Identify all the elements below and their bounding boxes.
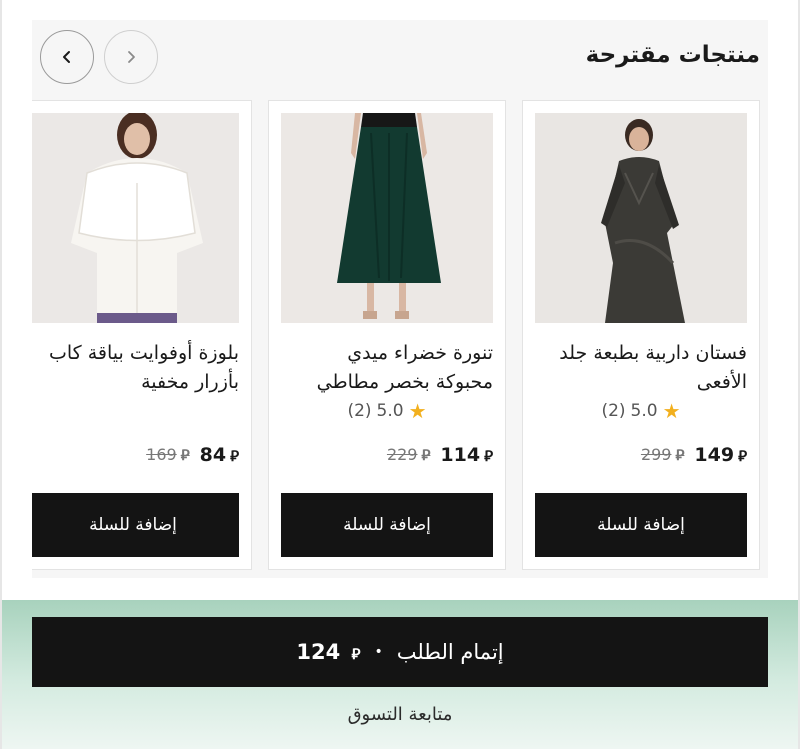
rating-value: 5.0 xyxy=(376,401,404,421)
product-name-line1: بلوزة أوفوايت بياقة كاب xyxy=(48,342,239,364)
riyal-icon: ⃁ xyxy=(738,447,747,465)
product-name-line2: محبوكة بخصر مطاطي xyxy=(316,371,493,393)
product-name[interactable]: تنورة خضراء ميدي محبوكة بخصر مطاطي xyxy=(279,339,493,397)
old-price: 299 ⃁ xyxy=(640,445,685,464)
carousel-next-button[interactable] xyxy=(40,30,94,84)
chevron-left-icon xyxy=(63,51,70,63)
price-row: 149 ⃁ 299 ⃁ xyxy=(641,444,747,466)
product-card[interactable]: تنورة خضراء ميدي محبوكة بخصر مطاطي (2) 5… xyxy=(268,100,506,570)
product-card[interactable]: فستان داربية بطبعة جلد الأفعى (2) 5.0 ★ … xyxy=(522,100,760,570)
riyal-icon: ⃁ xyxy=(421,446,431,464)
product-name-line2: الأفعى xyxy=(696,371,747,393)
current-price: 114 ⃁ xyxy=(440,444,493,466)
review-count: (2) xyxy=(601,401,626,421)
section-title: منتجات مقترحة xyxy=(585,42,760,68)
star-icon: ★ xyxy=(408,399,427,423)
product-card[interactable]: بلوزة أوفوايت بياقة كاب بأزرار مخفية 84 ⃁… xyxy=(32,100,252,570)
riyal-icon: ⃁ xyxy=(484,447,493,465)
product-name[interactable]: بلوزة أوفوايت بياقة كاب بأزرار مخفية xyxy=(32,339,239,397)
product-name-line1: فستان داربية بطبعة جلد xyxy=(559,342,747,364)
old-price: 229 ⃁ xyxy=(386,445,431,464)
price-row: 114 ⃁ 229 ⃁ xyxy=(387,444,493,466)
checkout-button[interactable]: إتمام الطلب • 124 ⃁ xyxy=(32,617,768,687)
checkout-footer: إتمام الطلب • 124 ⃁ متابعة التسوق xyxy=(2,600,798,749)
review-count: (2) xyxy=(347,401,372,421)
old-price: 169 ⃁ xyxy=(146,445,190,464)
riyal-icon: ⃁ xyxy=(230,447,239,465)
separator: • xyxy=(374,644,383,660)
rating-value: 5.0 xyxy=(630,401,658,421)
add-to-cart-button[interactable]: إضافة للسلة xyxy=(32,493,239,557)
current-price: 149 ⃁ xyxy=(694,444,747,466)
product-rating: (2) 5.0 ★ xyxy=(523,399,759,423)
product-rating: (2) 5.0 ★ xyxy=(269,399,505,423)
continue-shopping-link[interactable]: متابعة التسوق xyxy=(2,704,798,725)
price-row: 84 ⃁ 169 ⃁ xyxy=(146,444,239,466)
product-image[interactable] xyxy=(535,113,747,323)
product-carousel[interactable]: فستان داربية بطبعة جلد الأفعى (2) 5.0 ★ … xyxy=(32,100,768,570)
chevron-right-icon xyxy=(128,51,135,63)
riyal-icon: ⃁ xyxy=(675,446,685,464)
product-image[interactable] xyxy=(281,113,493,323)
riyal-icon: ⃁ xyxy=(351,645,361,663)
current-price: 84 ⃁ xyxy=(199,444,239,466)
product-image[interactable] xyxy=(32,113,239,323)
product-name-line2: بأزرار مخفية xyxy=(141,371,239,393)
carousel-prev-button[interactable] xyxy=(104,30,158,84)
checkout-total: 124 ⃁ xyxy=(296,640,361,664)
product-name[interactable]: فستان داربية بطبعة جلد الأفعى xyxy=(533,339,747,397)
suggested-products-section: منتجات مقترحة فستان داربية بطبعة جلد الأ… xyxy=(32,20,768,578)
checkout-label: إتمام الطلب xyxy=(396,640,504,664)
riyal-icon: ⃁ xyxy=(180,446,190,464)
add-to-cart-button[interactable]: إضافة للسلة xyxy=(281,493,493,557)
product-name-line1: تنورة خضراء ميدي xyxy=(347,342,493,364)
add-to-cart-button[interactable]: إضافة للسلة xyxy=(535,493,747,557)
star-icon: ★ xyxy=(662,399,681,423)
